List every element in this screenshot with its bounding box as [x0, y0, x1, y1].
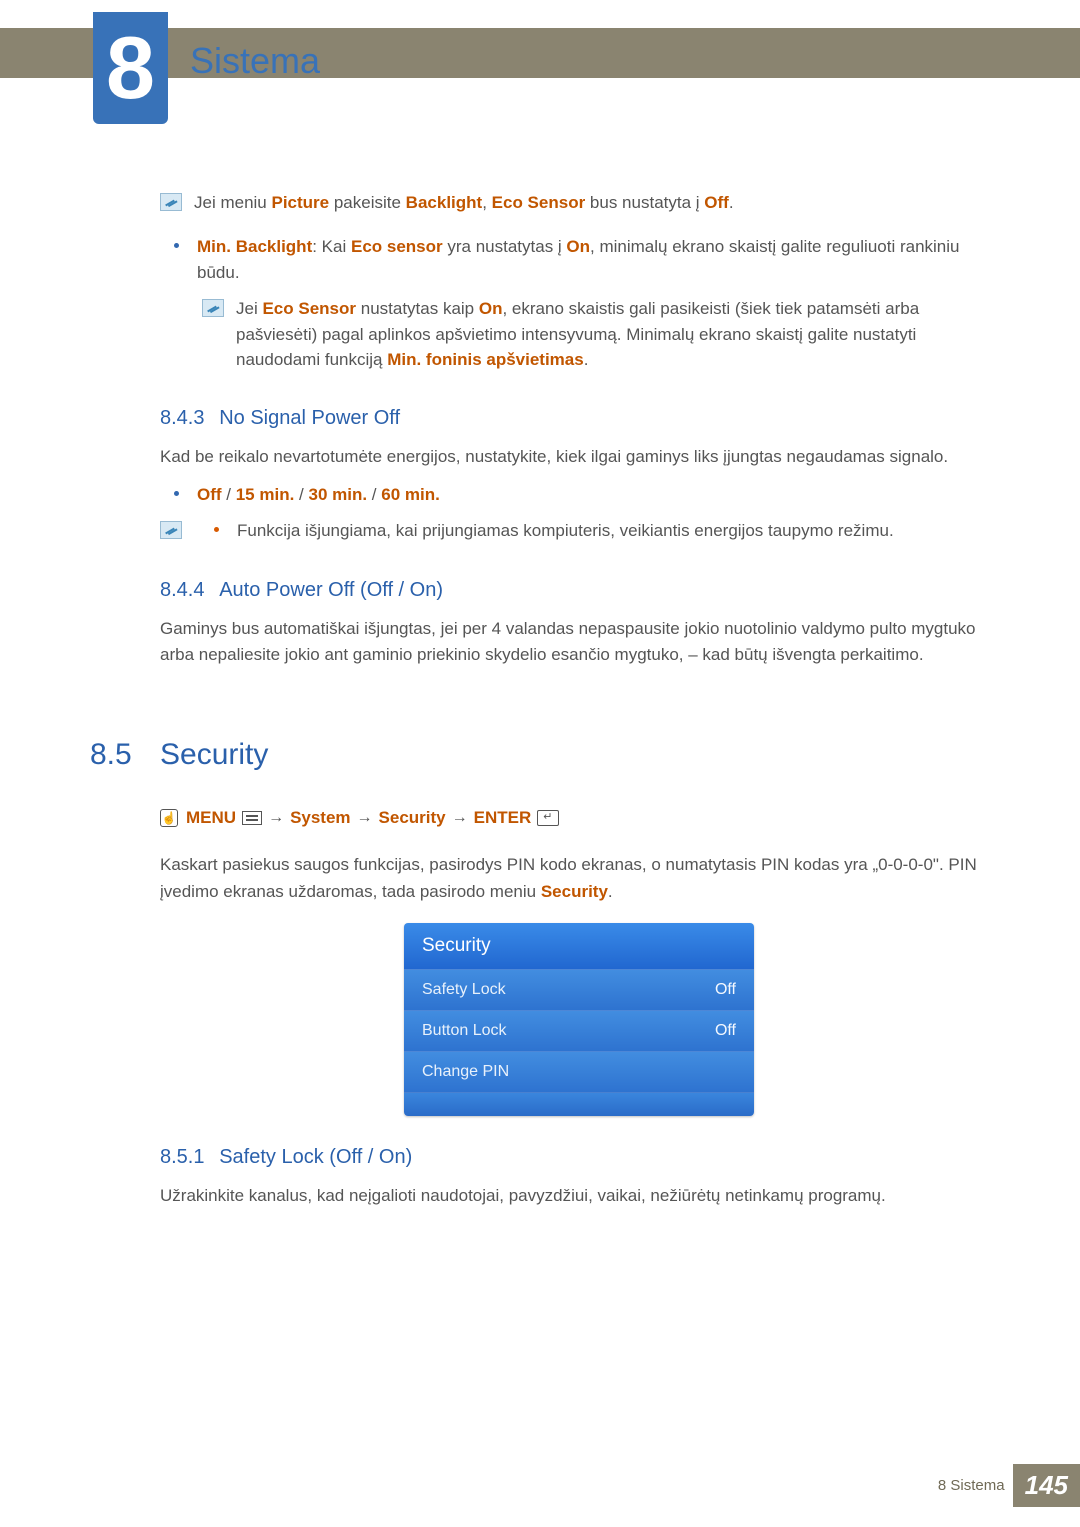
- note-icon: [160, 193, 182, 211]
- subsection-title: Auto Power Off (Off / On): [219, 579, 443, 601]
- subsection-number: 8.4.4: [160, 579, 204, 601]
- panel-row-safety-lock[interactable]: Safety Lock Off: [404, 969, 754, 1010]
- options-text: Off / 15 min. / 30 min. / 60 min.: [197, 482, 998, 508]
- arrow-icon: →: [268, 809, 284, 827]
- section-heading: 8.5 Security: [160, 738, 998, 772]
- path-item: System: [290, 808, 350, 828]
- page-content: Jei meniu Picture pakeisite Backlight, E…: [160, 190, 998, 1221]
- subsection-number: 8.5.1: [160, 1146, 204, 1168]
- panel-row-change-pin[interactable]: Change PIN: [404, 1051, 754, 1092]
- subsection-heading: 8.4.4 Auto Power Off (Off / On): [160, 579, 998, 602]
- enter-label: ENTER: [474, 808, 532, 828]
- hand-icon: ☝: [160, 809, 178, 827]
- menu-icon: [242, 811, 262, 825]
- panel-row-label: Change PIN: [422, 1063, 509, 1081]
- panel-row-value: Off: [715, 1022, 736, 1040]
- subsection-title: No Signal Power Off: [219, 407, 400, 429]
- body-paragraph: Užrakinkite kanalus, kad neįgalioti naud…: [160, 1183, 998, 1209]
- note-text: Jei meniu Picture pakeisite Backlight, E…: [194, 190, 998, 216]
- section-number: 8.5: [90, 738, 160, 772]
- note-text: Jei Eco Sensor nustatytas kaip On, ekran…: [236, 296, 998, 373]
- menu-label: MENU: [186, 808, 236, 828]
- path-item: Security: [379, 808, 446, 828]
- bullet-text: Min. Backlight: Kai Eco sensor yra nusta…: [197, 234, 998, 287]
- body-paragraph: Gaminys bus automatiškai išjungtas, jei …: [160, 616, 998, 669]
- note-row: Jei meniu Picture pakeisite Backlight, E…: [160, 190, 998, 216]
- panel-row-value: Off: [715, 981, 736, 999]
- note-icon: [160, 521, 182, 539]
- enter-icon: [537, 810, 559, 826]
- chapter-title: Sistema: [190, 40, 320, 82]
- arrow-icon: →: [452, 809, 468, 827]
- panel-row-label: Button Lock: [422, 1022, 507, 1040]
- note-row: Funkcija išjungiama, kai prijungiamas ko…: [160, 518, 998, 544]
- arrow-icon: →: [357, 809, 373, 827]
- bullet-icon: [174, 491, 179, 496]
- security-panel: Security Safety Lock Off Button Lock Off…: [404, 923, 754, 1116]
- bullet-icon: [214, 527, 219, 532]
- note-icon: [202, 299, 224, 317]
- chapter-badge: 8: [93, 12, 168, 124]
- section-title: Security: [160, 738, 268, 772]
- menu-path: ☝ MENU → System → Security → ENTER: [160, 808, 998, 828]
- page-footer: 8 Sistema 145: [938, 1464, 1080, 1507]
- bullet-row: Min. Backlight: Kai Eco sensor yra nusta…: [160, 234, 998, 287]
- panel-footer: [404, 1092, 754, 1116]
- bullet-icon: [174, 243, 179, 248]
- body-paragraph: Kad be reikalo nevartotumėte energijos, …: [160, 444, 998, 470]
- subsection-heading: 8.5.1 Safety Lock (Off / On): [160, 1146, 998, 1169]
- page-number: 145: [1013, 1464, 1080, 1507]
- note-row: Jei Eco Sensor nustatytas kaip On, ekran…: [202, 296, 998, 373]
- subsection-number: 8.4.3: [160, 407, 204, 429]
- chapter-number: 8: [106, 24, 155, 112]
- panel-header: Security: [404, 923, 754, 969]
- panel-row-label: Safety Lock: [422, 981, 506, 999]
- subsection-heading: 8.4.3 No Signal Power Off: [160, 407, 998, 430]
- bullet-row: Off / 15 min. / 30 min. / 60 min.: [160, 482, 998, 508]
- note-text: Funkcija išjungiama, kai prijungiamas ko…: [237, 518, 998, 544]
- footer-text: 8 Sistema: [938, 1477, 1005, 1494]
- panel-row-button-lock[interactable]: Button Lock Off: [404, 1010, 754, 1051]
- subsection-title: Safety Lock (Off / On): [219, 1146, 412, 1168]
- body-paragraph: Kaskart pasiekus saugos funkcijas, pasir…: [160, 852, 998, 905]
